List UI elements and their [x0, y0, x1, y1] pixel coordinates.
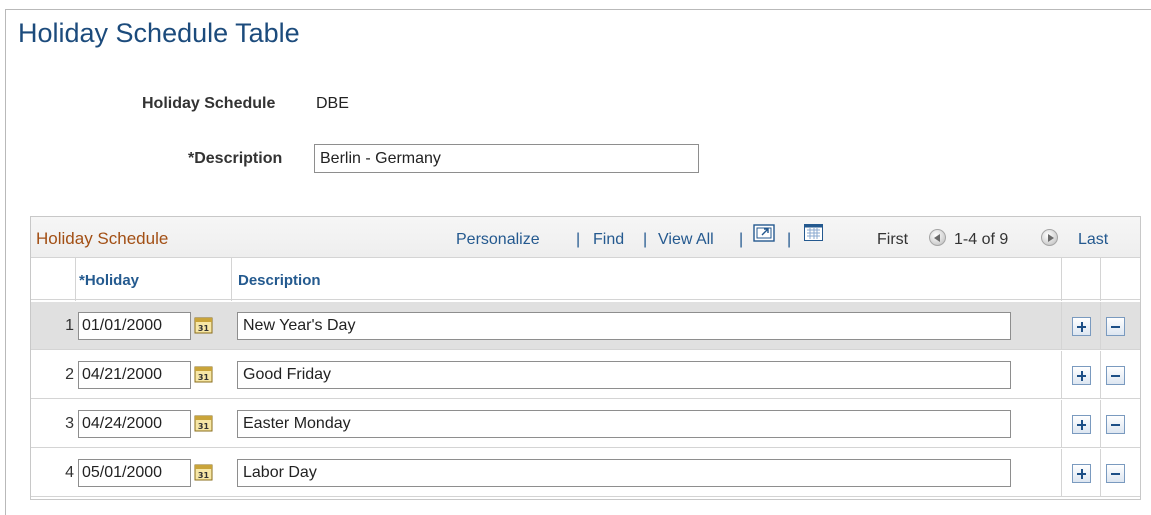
holiday-schedule-label: Holiday Schedule	[142, 95, 276, 112]
column-divider	[1061, 449, 1062, 497]
column-divider	[1061, 258, 1062, 301]
column-divider	[1100, 400, 1101, 448]
holiday-schedule-grid: Holiday Schedule Personalize | Find | Vi…	[30, 216, 1141, 500]
holiday-description-input[interactable]	[237, 361, 1011, 389]
grid-title: Holiday Schedule	[36, 229, 169, 248]
column-divider	[75, 258, 76, 301]
delete-row-icon[interactable]	[1106, 415, 1125, 434]
zoom-icon[interactable]	[753, 224, 775, 242]
prev-circle-icon[interactable]	[929, 229, 946, 246]
column-divider	[231, 258, 232, 301]
holiday-date-input[interactable]	[78, 312, 191, 340]
holiday-date-input[interactable]	[78, 410, 191, 438]
last-link[interactable]: Last	[1078, 231, 1108, 249]
holiday-column-header: *Holiday	[79, 272, 140, 289]
column-divider	[1061, 400, 1062, 448]
add-row-icon[interactable]	[1072, 366, 1091, 385]
calendar-icon[interactable]: 31	[194, 365, 213, 383]
column-divider	[1061, 351, 1062, 399]
nav-separator: |	[643, 231, 648, 248]
holiday-description-input[interactable]	[237, 459, 1011, 487]
delete-row-icon[interactable]	[1106, 464, 1125, 483]
row-number: 1	[65, 317, 74, 334]
column-header-row	[31, 259, 1140, 300]
delete-row-icon[interactable]	[1106, 366, 1125, 385]
table-row: 2 31	[31, 351, 1140, 399]
svg-text:31: 31	[198, 471, 210, 480]
column-divider	[1100, 351, 1101, 399]
row-number: 2	[65, 366, 74, 383]
description-input[interactable]	[314, 144, 699, 173]
svg-text:31: 31	[198, 422, 210, 431]
holiday-description-input[interactable]	[237, 410, 1011, 438]
add-row-icon[interactable]	[1072, 317, 1091, 336]
calendar-icon[interactable]: 31	[194, 414, 213, 432]
svg-text:31: 31	[198, 373, 210, 382]
table-row: 3 31	[31, 400, 1140, 448]
delete-row-icon[interactable]	[1106, 317, 1125, 336]
holiday-date-input[interactable]	[78, 361, 191, 389]
nav-separator: |	[787, 231, 792, 248]
column-divider	[1100, 302, 1101, 350]
first-label: First	[877, 231, 909, 248]
svg-text:31: 31	[198, 324, 210, 333]
holiday-description-input[interactable]	[237, 312, 1011, 340]
row-number: 3	[65, 415, 74, 432]
table-row: 1 31	[31, 302, 1140, 350]
next-circle-icon[interactable]	[1041, 229, 1058, 246]
column-divider	[1100, 449, 1101, 497]
calendar-icon[interactable]: 31	[194, 316, 213, 334]
row-range: 1-4 of 9	[954, 231, 1009, 248]
nav-separator: |	[739, 231, 744, 248]
row-number: 4	[65, 464, 74, 481]
description-column-header: Description	[238, 272, 321, 289]
table-row: 4 31	[31, 449, 1140, 497]
view-all-link[interactable]: View All	[658, 231, 714, 249]
column-divider	[1100, 258, 1101, 301]
nav-separator: |	[576, 231, 581, 248]
grid-header-bar: Holiday Schedule Personalize | Find | Vi…	[31, 217, 1140, 258]
holiday-date-input[interactable]	[78, 459, 191, 487]
add-row-icon[interactable]	[1072, 415, 1091, 434]
description-label: *Description	[188, 150, 283, 167]
page-title: Holiday Schedule Table	[18, 18, 300, 48]
personalize-link[interactable]: Personalize	[456, 231, 540, 249]
column-divider	[1061, 302, 1062, 350]
download-grid-icon[interactable]	[804, 224, 823, 241]
find-link[interactable]: Find	[593, 231, 624, 249]
holiday-schedule-value: DBE	[316, 95, 349, 112]
calendar-icon[interactable]: 31	[194, 463, 213, 481]
add-row-icon[interactable]	[1072, 464, 1091, 483]
